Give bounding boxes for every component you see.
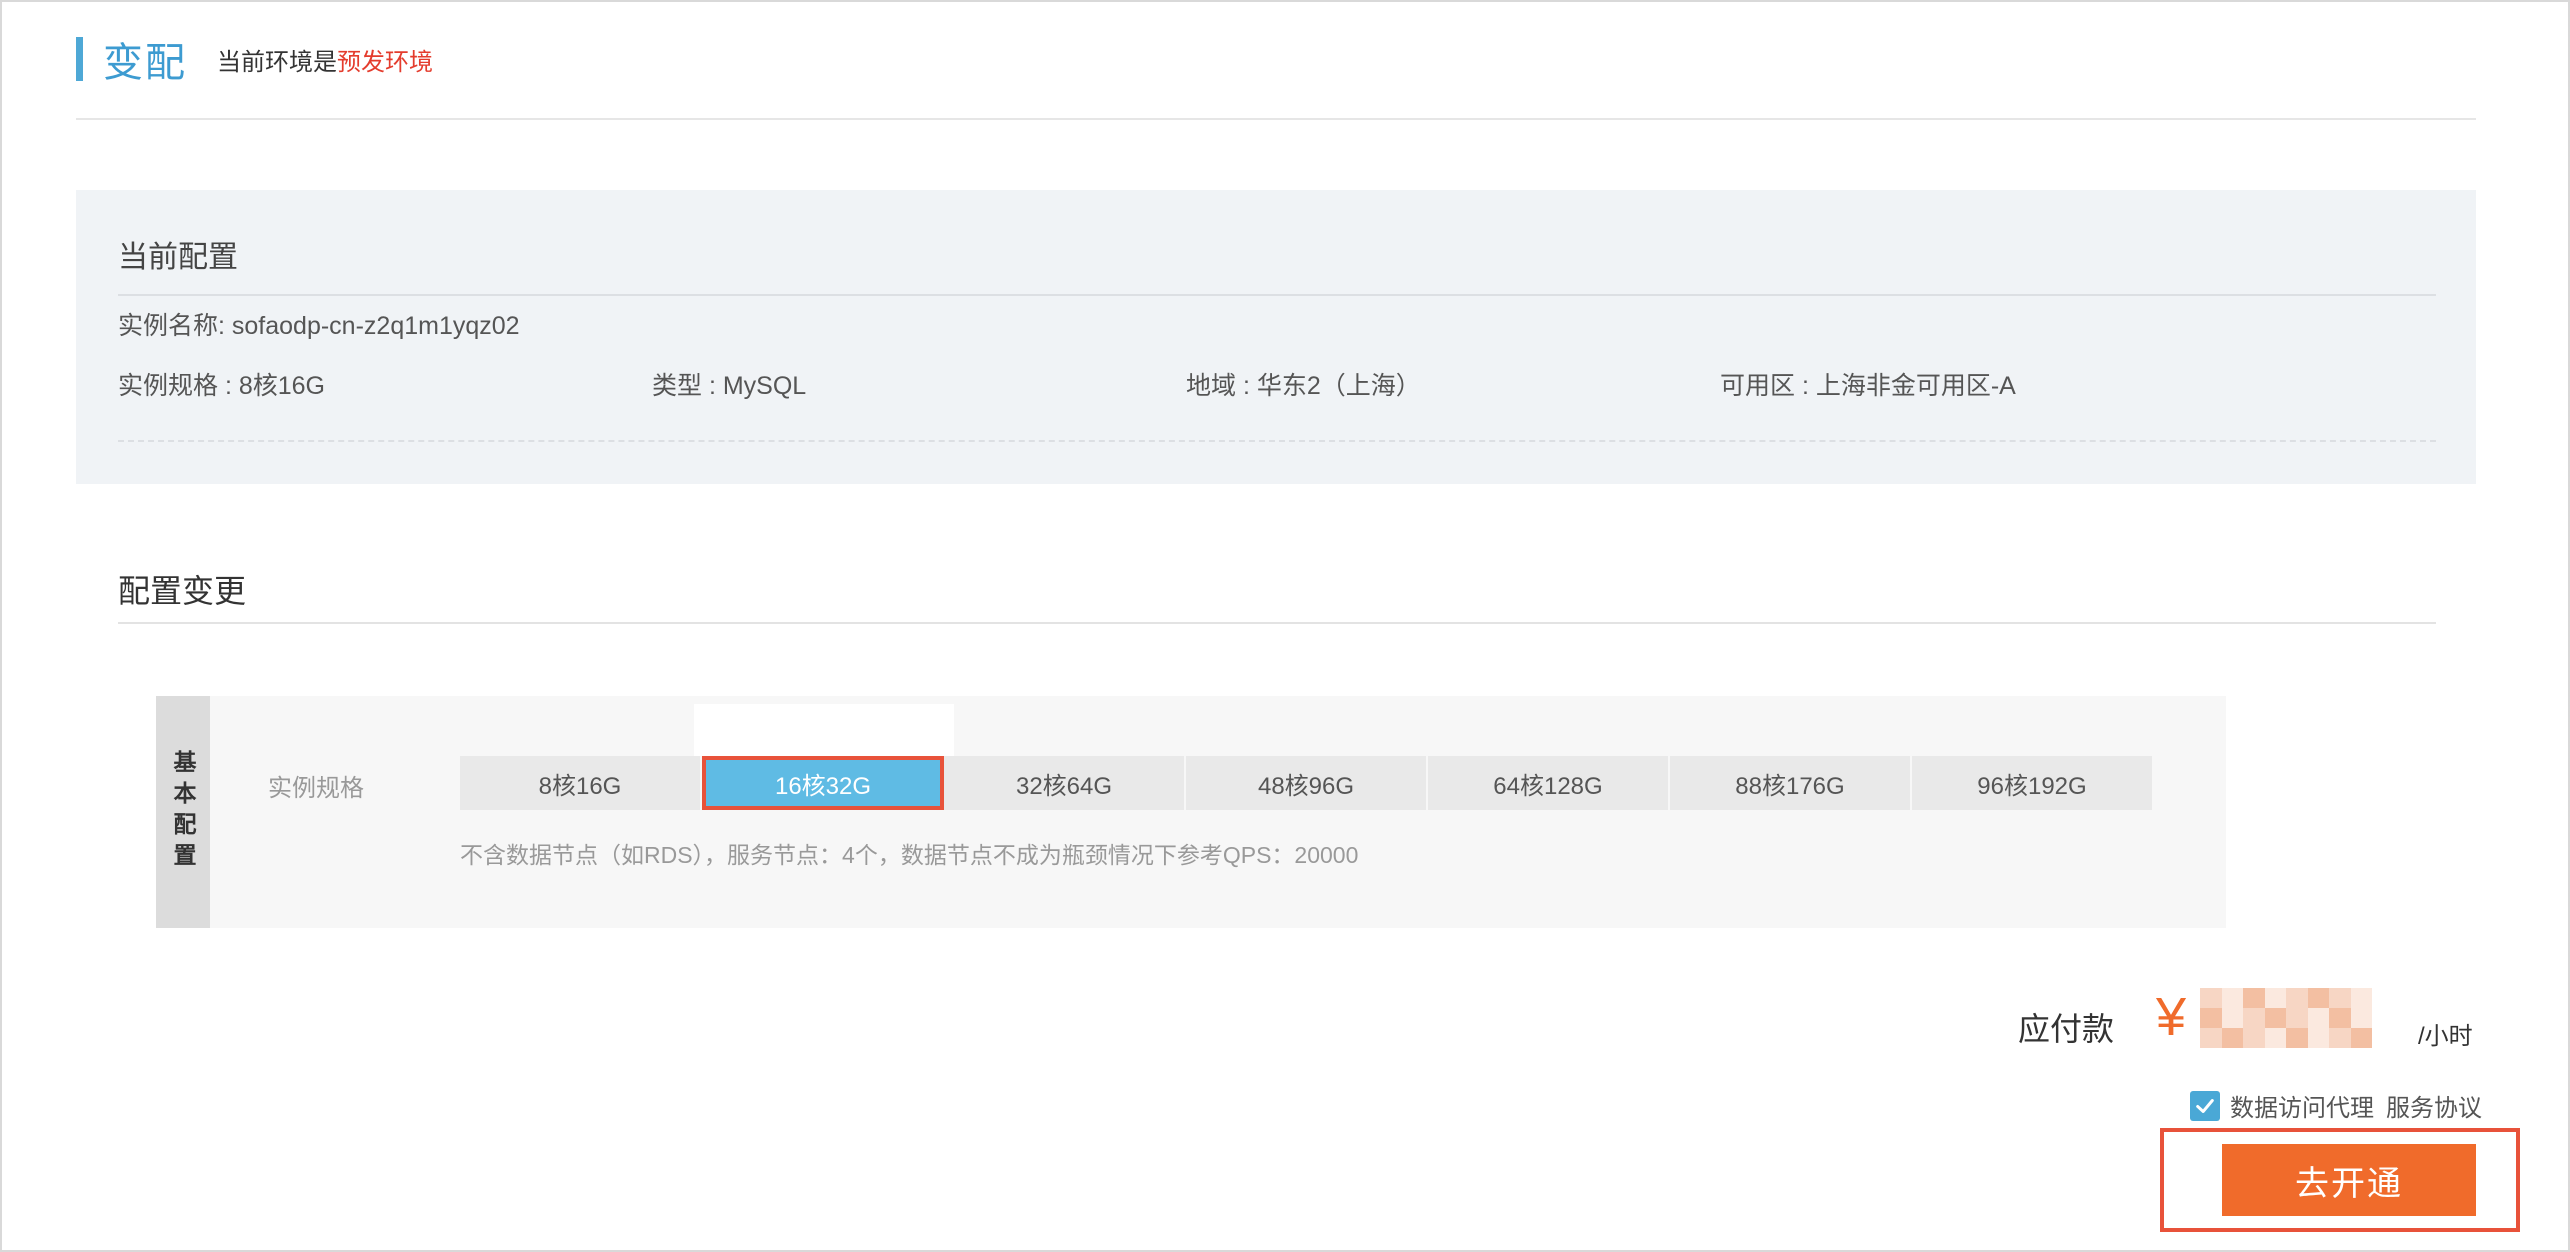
price-unit: /小时: [2418, 1023, 2473, 1050]
current-config-title: 当前配置: [118, 241, 238, 274]
spec-options: 8核16G 16核32G 32核64G 48核96G 64核128G 88核17…: [460, 756, 2154, 810]
spec-option-48c96g[interactable]: 48核96G: [1186, 756, 1428, 810]
env-name: 预发环境: [337, 48, 433, 76]
header-divider: [76, 118, 2476, 120]
spec-option-96c192g[interactable]: 96核192G: [1912, 756, 2154, 810]
price-amount-redacted: [2200, 988, 2372, 1048]
instance-spec-label: 实例规格: [268, 775, 364, 802]
current-zone: 可用区 : 上海非金可用区-A: [1720, 372, 2016, 400]
instance-name: 实例名称: sofaodp-cn-z2q1m1yqz02: [118, 312, 520, 340]
agreement-checkbox[interactable]: [2190, 1090, 2220, 1121]
title-accent-bar: [76, 37, 83, 81]
agreement-text: 数据访问代理: [2230, 1095, 2374, 1122]
current-spec-row: 实例规格 : 8核16G 类型 : MySQL 地域 : 华东2（上海） 可用区…: [118, 366, 2248, 400]
env-prefix: 当前环境是: [217, 48, 337, 76]
agreement-row: 数据访问代理 服务协议: [2190, 1088, 2482, 1123]
spec-option-88c176g[interactable]: 88核176G: [1670, 756, 1912, 810]
selected-tab-background: [694, 704, 954, 756]
config-change-divider: [118, 622, 2436, 624]
spec-option-16c32g[interactable]: 16核32G: [702, 756, 944, 810]
current-config-panel: 当前配置 实例名称: sofaodp-cn-z2q1m1yqz02 实例规格 :…: [76, 190, 2476, 484]
spec-option-64c128g[interactable]: 64核128G: [1428, 756, 1670, 810]
page-frame: [0, 0, 2570, 1252]
spec-option-8c16g[interactable]: 8核16G: [460, 756, 702, 810]
open-button[interactable]: 去开通: [2222, 1144, 2476, 1216]
current-type: 类型 : MySQL: [652, 372, 807, 400]
checkmark-icon: [2196, 1098, 2214, 1113]
basic-config-box: 基本配置 实例规格 8核16G 16核32G 32核64G 48核96G 64核…: [156, 696, 2226, 928]
price-currency: ¥: [2156, 987, 2187, 1047]
spec-note: 不含数据节点（如RDS），服务节点：4个，数据节点不成为瓶颈情况下参考QPS：2…: [460, 842, 1359, 868]
page-title: 变配: [103, 41, 187, 85]
current-spec: 实例规格 : 8核16G: [118, 372, 325, 400]
service-agreement-link[interactable]: 服务协议: [2386, 1088, 2482, 1123]
basic-config-label: 基本配置: [170, 750, 196, 874]
page-header: 变配 当前环境是 预发环境: [76, 36, 433, 85]
panel-divider: [118, 294, 2436, 296]
current-region: 地域 : 华东2（上海）: [1186, 372, 1421, 400]
payment-label: 应付款: [2018, 1011, 2115, 1047]
spec-option-32c64g[interactable]: 32核64G: [944, 756, 1186, 810]
dashed-divider: [118, 440, 2436, 442]
basic-config-side-label: 基本配置: [156, 696, 210, 928]
config-change-title: 配置变更: [118, 573, 247, 609]
